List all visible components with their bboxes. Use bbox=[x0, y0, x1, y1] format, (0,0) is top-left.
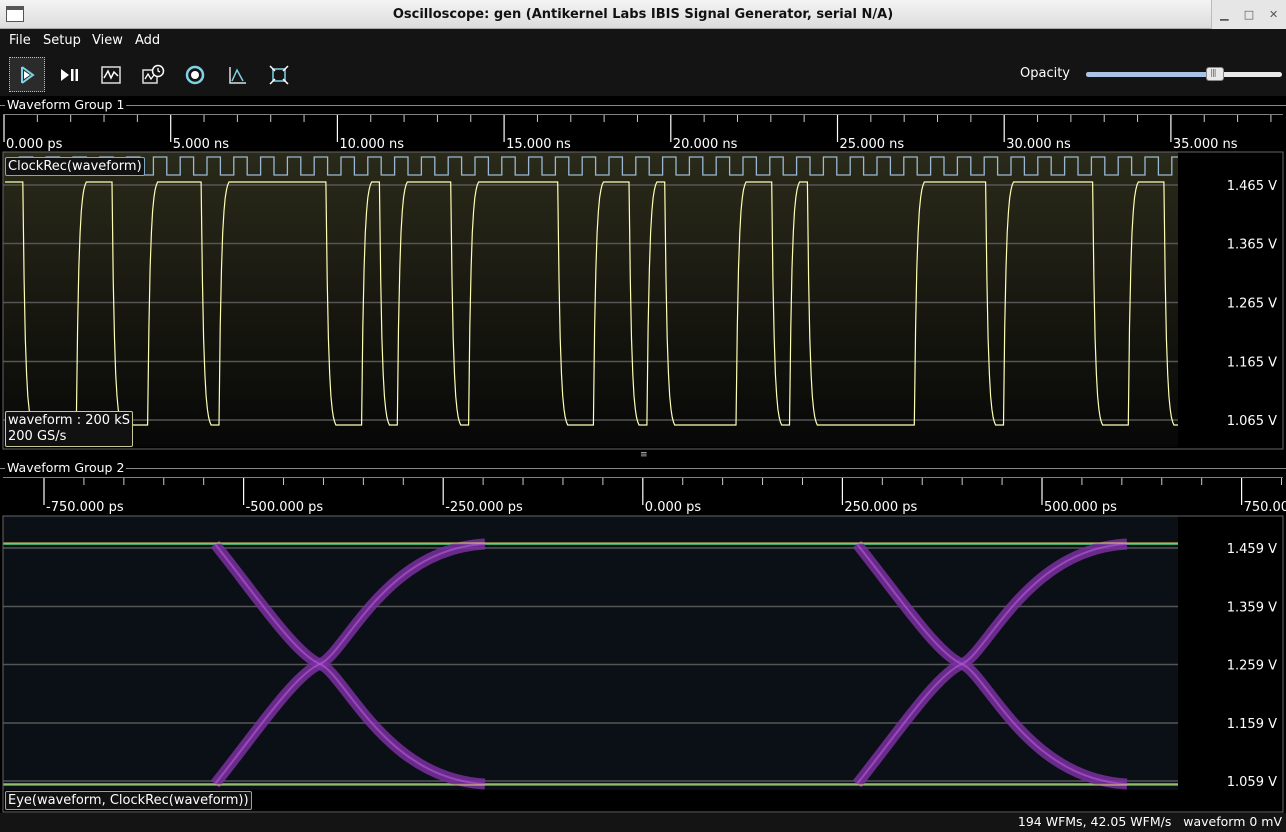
waveform-plot-1[interactable]: 0.000 ps 5.000 ns 10.000 ns 15.000 ns 20.000… bbox=[0, 114, 1286, 451]
timeline-tick-label: 250.000 ps bbox=[844, 500, 917, 515]
timeline-tick-label: 15.000 ns bbox=[506, 137, 571, 152]
history-icon bbox=[142, 64, 165, 84]
single-trigger-button[interactable] bbox=[51, 57, 87, 92]
eye-channel-label[interactable]: Eye(waveform, ClockRec(waveform)) bbox=[5, 791, 252, 810]
group-title: Waveform Group 2 bbox=[5, 460, 127, 475]
waveform-icon bbox=[101, 65, 121, 84]
voltage-label: 1.065 V bbox=[1227, 414, 1277, 429]
group-title: Waveform Group 1 bbox=[5, 97, 127, 112]
timeline-tick-label: 750.00 bbox=[1244, 500, 1286, 515]
clock-channel-label[interactable]: ClockRec(waveform) bbox=[5, 157, 145, 176]
window-title: Oscilloscope: gen (Antikernel Labs IBIS … bbox=[392, 7, 894, 22]
play-pause-icon bbox=[61, 68, 78, 81]
eye-plot[interactable]: -750.000 ps -500.000 ps -250.000 ps 0.000 p… bbox=[0, 477, 1286, 813]
group-header: Waveform Group 1 bbox=[0, 96, 1286, 114]
menu-add[interactable]: Add bbox=[135, 33, 160, 48]
waveform-sample-rate: 200 GS/s bbox=[8, 429, 67, 444]
voltage-label: 1.259 V bbox=[1227, 659, 1277, 674]
voltage-label: 1.265 V bbox=[1227, 297, 1277, 312]
opacity-label: Opacity bbox=[1020, 66, 1071, 81]
opacity-slider[interactable] bbox=[1086, 67, 1282, 81]
timeline-tick-label: 25.000 ns bbox=[840, 137, 905, 152]
timeline-tick-label: 500.000 ps bbox=[1044, 500, 1117, 515]
timeline-tick-label: 35.000 ns bbox=[1173, 137, 1238, 152]
timeline-tick-label: 30.000 ns bbox=[1006, 137, 1071, 152]
menu-setup[interactable]: Setup bbox=[43, 33, 81, 48]
waveform-sample-count: waveform : 200 kS bbox=[8, 413, 130, 428]
timeline-tick-label: -250.000 ps bbox=[445, 500, 523, 515]
voltage-label: 1.365 V bbox=[1227, 238, 1277, 253]
menu-file[interactable]: File bbox=[9, 33, 31, 48]
title-bar: Oscilloscope: gen (Antikernel Labs IBIS … bbox=[0, 0, 1286, 29]
measure-button[interactable] bbox=[219, 57, 255, 92]
timeline-tick-label: 5.000 ns bbox=[173, 137, 230, 152]
opacity-slider-fill bbox=[1086, 72, 1216, 77]
maximize-icon[interactable]: □ bbox=[1240, 8, 1258, 21]
group-header: Waveform Group 2 bbox=[0, 459, 1286, 477]
menu-view[interactable]: View bbox=[92, 33, 123, 48]
minimize-icon[interactable]: ▁ bbox=[1215, 8, 1233, 21]
voltage-label: 1.059 V bbox=[1227, 775, 1277, 790]
menu-bar: File Setup View Add bbox=[0, 29, 1286, 53]
start-trigger-button[interactable] bbox=[9, 57, 45, 92]
status-bar: 194 WFMs, 42.05 WFM/s waveform 0 mV bbox=[0, 813, 1286, 832]
voltage-label: 1.165 V bbox=[1227, 356, 1277, 371]
timeline-tick-label: 0.000 ps bbox=[645, 500, 702, 515]
waveform-group-2: Waveform Group 2 -750.000 ps -500.000 ps -… bbox=[0, 459, 1286, 813]
voltage-label: 1.159 V bbox=[1227, 717, 1277, 732]
window-controls: ▁ □ ✕ bbox=[1211, 0, 1286, 29]
timeline-tick-label: 20.000 ns bbox=[673, 137, 738, 152]
timeline-tick-label: 10.000 ns bbox=[339, 137, 404, 152]
measure-icon bbox=[229, 66, 246, 84]
opacity-slider-handle[interactable] bbox=[1206, 67, 1225, 81]
refresh-icon bbox=[185, 65, 205, 84]
play-icon bbox=[21, 65, 35, 84]
waveform-group-1: Waveform Group 1 0.000 ps 5.000 ns 10.000 … bbox=[0, 96, 1286, 451]
fullscreen-button[interactable] bbox=[261, 57, 297, 92]
eye-background bbox=[3, 516, 1178, 790]
history-button[interactable] bbox=[135, 57, 171, 92]
timeline-tick-label: -750.000 ps bbox=[46, 500, 124, 515]
voltage-label: 1.465 V bbox=[1227, 179, 1277, 194]
waveform-info-label[interactable]: waveform : 200 kS 200 GS/s bbox=[5, 411, 133, 447]
plot-background bbox=[3, 152, 1178, 447]
status-text: 194 WFMs, 42.05 WFM/s waveform 0 mV bbox=[1017, 814, 1282, 829]
refresh-button[interactable] bbox=[177, 57, 213, 92]
timeline-tick-label: 0.000 ps bbox=[6, 137, 63, 152]
voltage-label: 1.459 V bbox=[1227, 542, 1277, 557]
timeline-tick-label: -500.000 ps bbox=[246, 500, 324, 515]
fullscreen-icon bbox=[269, 64, 289, 85]
force-trigger-button[interactable] bbox=[93, 57, 129, 92]
toolbar: Opacity bbox=[0, 53, 1286, 96]
close-icon[interactable]: ✕ bbox=[1265, 8, 1283, 21]
voltage-label: 1.359 V bbox=[1227, 601, 1277, 616]
